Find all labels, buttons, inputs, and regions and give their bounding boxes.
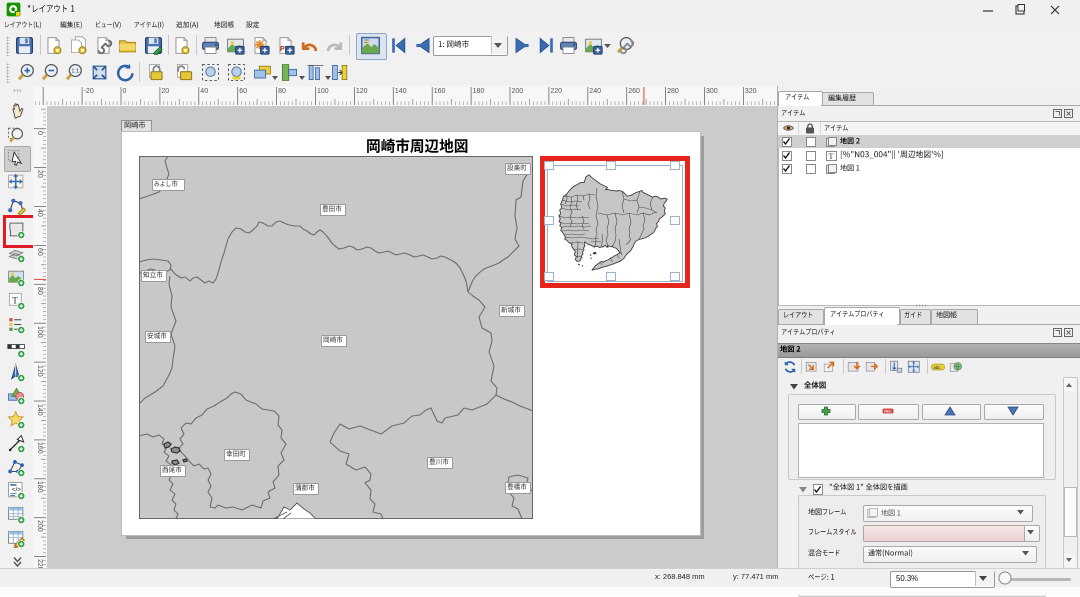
svg-text:</>: </> — [12, 486, 21, 493]
svg-text:abc: abc — [933, 364, 941, 369]
svg-text:T: T — [829, 152, 834, 161]
svg-text:DEL: DEL — [884, 409, 891, 413]
svg-text:T: T — [12, 296, 18, 306]
svg-text:1:1: 1:1 — [71, 68, 79, 74]
